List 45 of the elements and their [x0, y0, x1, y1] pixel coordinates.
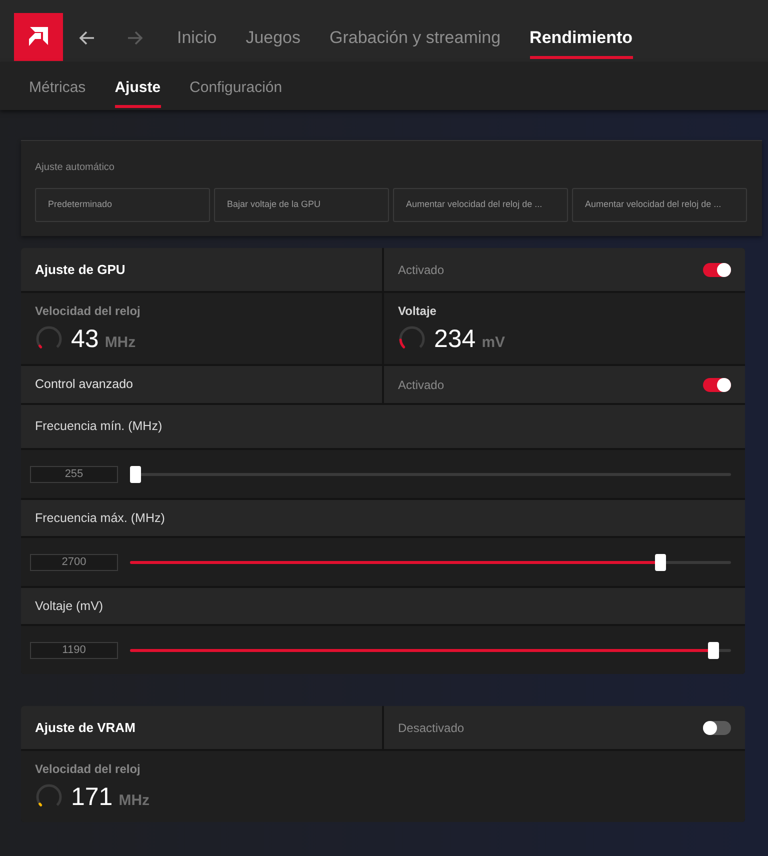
slider-label: Frecuencia mín. (MHz): [35, 418, 162, 436]
status-label: Desactivado: [398, 720, 464, 736]
preset-button[interactable]: Aumentar velocidad del reloj de ...: [393, 188, 568, 222]
toggle-switch[interactable]: [703, 262, 731, 276]
sub-nav-tab[interactable]: Configuración: [190, 71, 282, 108]
metric-value: 234: [434, 324, 476, 354]
nav-tab[interactable]: Rendimiento: [530, 20, 632, 59]
metric-unit: mV: [482, 333, 506, 353]
slider-thumb[interactable]: [708, 642, 720, 658]
metric-label: Velocidad del reloj: [35, 303, 140, 319]
status-label: Activado: [398, 376, 444, 394]
value-field[interactable]: 2700: [30, 554, 118, 570]
slider-thumb[interactable]: [130, 466, 141, 482]
section-title: Ajuste de VRAM: [35, 718, 136, 737]
metric-value: 43: [71, 324, 99, 354]
metric-unit: MHz: [104, 333, 136, 353]
nav-tab[interactable]: Grabación y streaming: [330, 20, 501, 59]
value-field[interactable]: 1190: [30, 642, 118, 658]
slider[interactable]: [130, 466, 731, 482]
toggle-switch[interactable]: [703, 378, 731, 392]
slider-thumb[interactable]: [655, 554, 666, 570]
toggle-switch[interactable]: [703, 720, 731, 734]
left-arrow-icon: [79, 30, 95, 44]
section-label: Ajuste automático: [35, 161, 114, 175]
sub-nav-tab[interactable]: Ajuste: [114, 71, 161, 108]
slider-label: Frecuencia máx. (MHz): [35, 510, 165, 527]
slider-label: Voltaje (mV): [35, 598, 104, 615]
preset-button[interactable]: Aumentar velocidad del reloj de ...: [572, 188, 747, 222]
metric-unit: MHz: [118, 791, 150, 811]
logo-icon[interactable]: [14, 13, 63, 61]
status-label: Activado: [398, 262, 444, 278]
sub-nav-tab[interactable]: Métricas: [29, 71, 86, 108]
nav-tab[interactable]: Juegos: [246, 20, 301, 59]
setting-label: Control avanzado: [35, 376, 133, 394]
preset-button[interactable]: Bajar voltaje de la GPU: [214, 188, 389, 222]
metric-label: Velocidad del reloj: [35, 761, 140, 777]
slider[interactable]: [130, 554, 731, 570]
right-arrow-icon: [127, 30, 143, 44]
metric-value: 171: [71, 782, 113, 812]
section-title: Ajuste de GPU: [35, 260, 126, 279]
slider[interactable]: [130, 642, 731, 658]
value-field[interactable]: 255: [30, 466, 118, 482]
metric-label: Voltaje: [398, 303, 436, 319]
preset-button[interactable]: Predeterminado: [35, 188, 210, 222]
nav-tab[interactable]: Inicio: [177, 20, 217, 59]
